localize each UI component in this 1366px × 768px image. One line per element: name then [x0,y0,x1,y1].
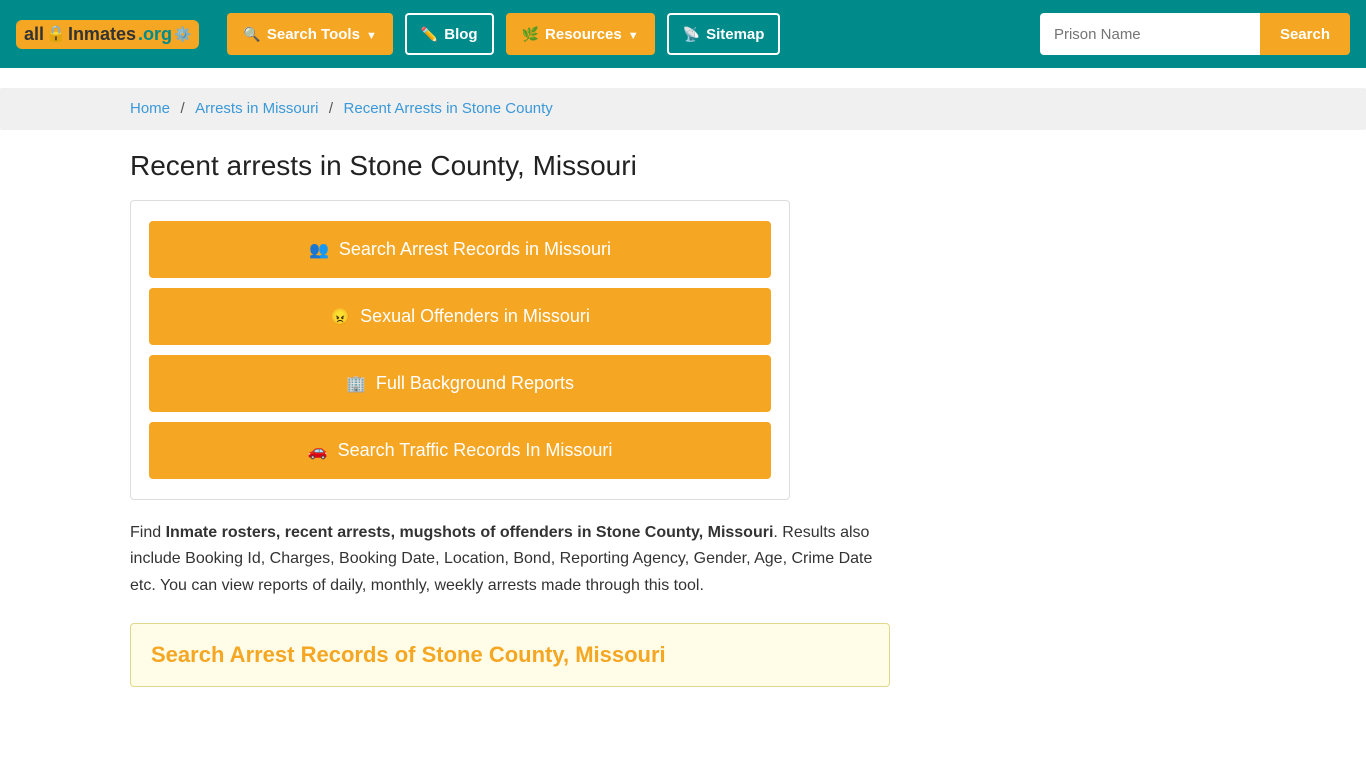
background-reports-label: Full Background Reports [376,373,574,394]
logo-org: .org [138,24,172,45]
description-prefix: Find [130,524,166,541]
breadcrumb-sep-1: / [180,100,184,117]
breadcrumb-arrests-missouri[interactable]: Arrests in Missouri [195,100,318,117]
sexual-offenders-button[interactable]: Sexual Offenders in Missouri [149,288,771,345]
traffic-records-button[interactable]: Search Traffic Records In Missouri [149,422,771,479]
prison-search-input[interactable] [1040,13,1260,55]
sitemap-label: Sitemap [706,26,764,43]
sitemap-button[interactable]: Sitemap [667,13,781,55]
resources-dropdown-arrow [628,26,639,43]
breadcrumb-sep-2: / [329,100,333,117]
background-reports-button[interactable]: Full Background Reports [149,355,771,412]
description-bold: Inmate rosters, recent arrests, mugshots… [166,524,774,541]
resources-icon [522,26,539,43]
angry-icon [330,306,350,327]
description-paragraph: Find Inmate rosters, recent arrests, mug… [130,520,890,599]
blog-icon [421,26,438,43]
arrest-records-label: Search Arrest Records in Missouri [339,239,611,260]
search-tools-button[interactable]: Search Tools [227,13,392,55]
blog-label: Blog [444,26,477,43]
arrest-records-button[interactable]: Search Arrest Records in Missouri [149,221,771,278]
main-content: Recent arrests in Stone County, Missouri… [0,150,1366,687]
logo-extra-icon: ⚙️ [174,26,191,43]
search-tools-icon [243,26,260,43]
search-tools-label: Search Tools [267,26,360,43]
logo-icon: 🔒 [46,24,66,44]
sitemap-icon [683,26,700,43]
navbar: all 🔒 Inmates .org ⚙️ Search Tools Blog … [0,0,1366,68]
breadcrumb-current: Recent Arrests in Stone County [344,100,553,117]
sexual-offenders-label: Sexual Offenders in Missouri [360,306,590,327]
breadcrumb: Home / Arrests in Missouri / Recent Arre… [0,88,1366,130]
search-bar: Search [1040,13,1350,55]
bottom-section-title: Search Arrest Records of Stone County, M… [151,642,869,668]
building-icon [346,373,366,394]
search-tools-dropdown-arrow [366,26,377,43]
logo-text-inmates: Inmates [68,24,136,45]
page-title: Recent arrests in Stone County, Missouri [130,150,1236,182]
prison-search-button-label: Search [1280,26,1330,43]
traffic-records-label: Search Traffic Records In Missouri [338,440,613,461]
action-card: Search Arrest Records in Missouri Sexual… [130,200,790,500]
logo[interactable]: all 🔒 Inmates .org ⚙️ [16,20,199,49]
car-icon [308,440,328,461]
people-icon [309,239,329,260]
logo-text-all: all [24,24,44,45]
prison-search-button[interactable]: Search [1260,13,1350,55]
resources-button[interactable]: Resources [506,13,655,55]
bottom-section: Search Arrest Records of Stone County, M… [130,623,890,687]
resources-label: Resources [545,26,622,43]
blog-button[interactable]: Blog [405,13,494,55]
breadcrumb-home[interactable]: Home [130,100,170,117]
